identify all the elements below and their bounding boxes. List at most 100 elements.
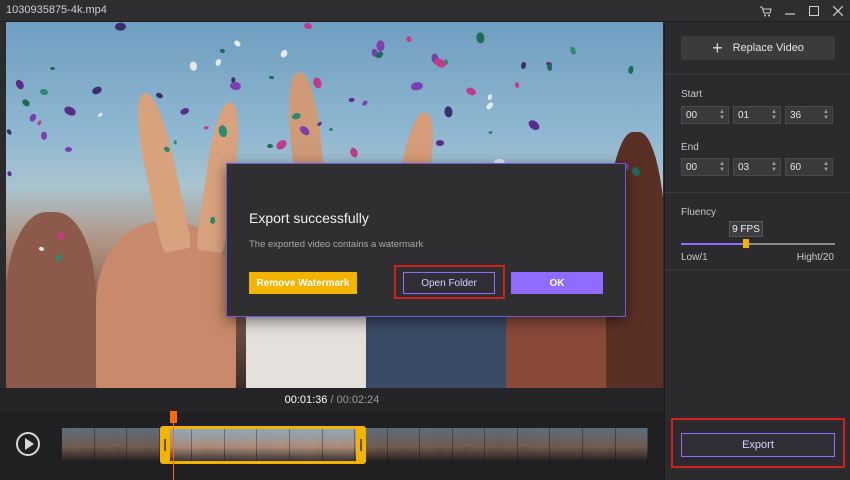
confetti-piece: [274, 138, 289, 152]
start-minutes-input[interactable]: 01 ▲ ▼: [733, 106, 781, 124]
confetti-piece: [568, 45, 577, 55]
confetti-piece: [360, 99, 369, 107]
end-hours-input[interactable]: 00 ▲ ▼: [681, 158, 729, 176]
confetti-piece: [189, 60, 198, 72]
confetti-piece: [410, 80, 424, 91]
confetti-piece: [232, 39, 242, 48]
confetti-piece: [6, 170, 12, 177]
time-display: 00:01:36 / 00:02:24: [0, 388, 664, 412]
confetti-piece: [173, 140, 177, 146]
unselected-right: [364, 428, 648, 462]
start-hours-input[interactable]: 00 ▲ ▼: [681, 106, 729, 124]
confetti-piece: [279, 48, 289, 59]
confetti-piece: [62, 104, 77, 117]
maximize-icon[interactable]: [802, 0, 826, 22]
confetti-piece: [155, 91, 164, 100]
confetti-piece: [520, 61, 527, 70]
export-success-dialog: Export successfully The exported video c…: [226, 163, 626, 317]
confetti-piece: [50, 66, 56, 71]
title-bar: 1030935875-4k.mp4: [0, 0, 850, 22]
spin-arrows-icon[interactable]: ▲ ▼: [719, 109, 725, 121]
confetti-piece: [204, 125, 210, 130]
fps-tooltip: 9 FPS: [729, 221, 763, 237]
window-title: 1030935875-4k.mp4: [6, 4, 107, 16]
play-icon[interactable]: [16, 432, 40, 456]
confetti-piece: [20, 97, 31, 108]
fluency-label: Fluency: [681, 207, 717, 218]
current-time: 00:01:36: [284, 394, 328, 406]
divider: [665, 192, 850, 193]
confetti-piece: [28, 113, 38, 124]
confetti-piece: [435, 139, 445, 146]
replace-video-label: Replace Video: [732, 42, 804, 54]
plus-icon: +: [712, 38, 723, 58]
confetti-piece: [514, 82, 520, 89]
dialog-title: Export successfully: [249, 210, 369, 226]
confetti-piece: [485, 101, 495, 111]
trim-start-handle[interactable]: [160, 426, 170, 464]
total-time: 00:02:24: [336, 394, 380, 406]
export-button[interactable]: Export: [681, 433, 835, 457]
fluency-slider-fill: [681, 243, 746, 245]
trim-selection[interactable]: [164, 426, 364, 464]
person-figure: [6, 212, 96, 388]
spin-arrows-icon[interactable]: ▲ ▼: [823, 109, 829, 121]
timeline: [0, 411, 664, 480]
confetti-piece: [90, 85, 103, 96]
confetti-piece: [114, 22, 126, 31]
divider: [665, 74, 850, 75]
confetti-piece: [41, 131, 48, 141]
fluency-slider-knob[interactable]: [742, 239, 749, 248]
dialog-message: The exported video contains a watermark: [249, 239, 424, 250]
confetti-piece: [328, 128, 334, 132]
confetti-piece: [348, 146, 359, 158]
confetti-piece: [487, 130, 493, 136]
fluency-high-label: Hight/20: [796, 252, 834, 263]
ok-button[interactable]: OK: [511, 272, 603, 294]
confetti-piece: [627, 65, 635, 75]
confetti-piece: [312, 76, 323, 89]
spin-arrows-icon[interactable]: ▲ ▼: [719, 161, 725, 173]
close-icon[interactable]: [826, 0, 850, 22]
spin-arrows-icon[interactable]: ▲ ▼: [771, 161, 777, 173]
confetti-piece: [214, 58, 222, 67]
confetti-piece: [14, 78, 25, 91]
confetti-piece: [443, 105, 453, 118]
confetti-piece: [303, 22, 313, 30]
confetti-piece: [36, 119, 42, 126]
minimize-icon[interactable]: [778, 0, 802, 22]
confetti-piece: [64, 146, 72, 152]
cart-icon[interactable]: [754, 0, 778, 22]
time-separator: /: [330, 394, 334, 406]
confetti-piece: [405, 35, 413, 44]
confetti-piece: [229, 80, 242, 91]
confetti-piece: [267, 144, 274, 149]
confetti-piece: [465, 86, 478, 98]
confetti-piece: [6, 128, 13, 137]
confetti-piece: [219, 48, 226, 54]
unselected-left: [62, 428, 164, 462]
end-label: End: [681, 142, 699, 153]
replace-video-button[interactable]: + Replace Video: [681, 36, 835, 60]
confetti-piece: [476, 32, 486, 45]
divider: [665, 269, 850, 270]
confetti-piece: [348, 97, 355, 102]
fluency-low-label: Low/1: [681, 252, 708, 263]
playhead-handle[interactable]: [170, 411, 177, 423]
spin-arrows-icon[interactable]: ▲ ▼: [823, 161, 829, 173]
confetti-piece: [526, 118, 541, 132]
end-seconds-input[interactable]: 60 ▲ ▼: [785, 158, 833, 176]
confetti-piece: [97, 111, 104, 118]
spin-arrows-icon[interactable]: ▲ ▼: [771, 109, 777, 121]
open-folder-button[interactable]: Open Folder: [403, 272, 495, 294]
window-controls: [754, 0, 850, 22]
confetti-piece: [39, 88, 49, 96]
settings-panel: + Replace Video Start 00 ▲ ▼ 01 ▲ ▼ 36 ▲ ▼ …: [664, 22, 850, 480]
start-label: Start: [681, 89, 703, 100]
end-minutes-input[interactable]: 03 ▲ ▼: [733, 158, 781, 176]
confetti-piece: [269, 75, 275, 80]
remove-watermark-button[interactable]: Remove Watermark: [249, 272, 357, 294]
trim-end-handle[interactable]: [356, 426, 366, 464]
confetti-piece: [179, 106, 191, 117]
start-seconds-input[interactable]: 36 ▲ ▼: [785, 106, 833, 124]
